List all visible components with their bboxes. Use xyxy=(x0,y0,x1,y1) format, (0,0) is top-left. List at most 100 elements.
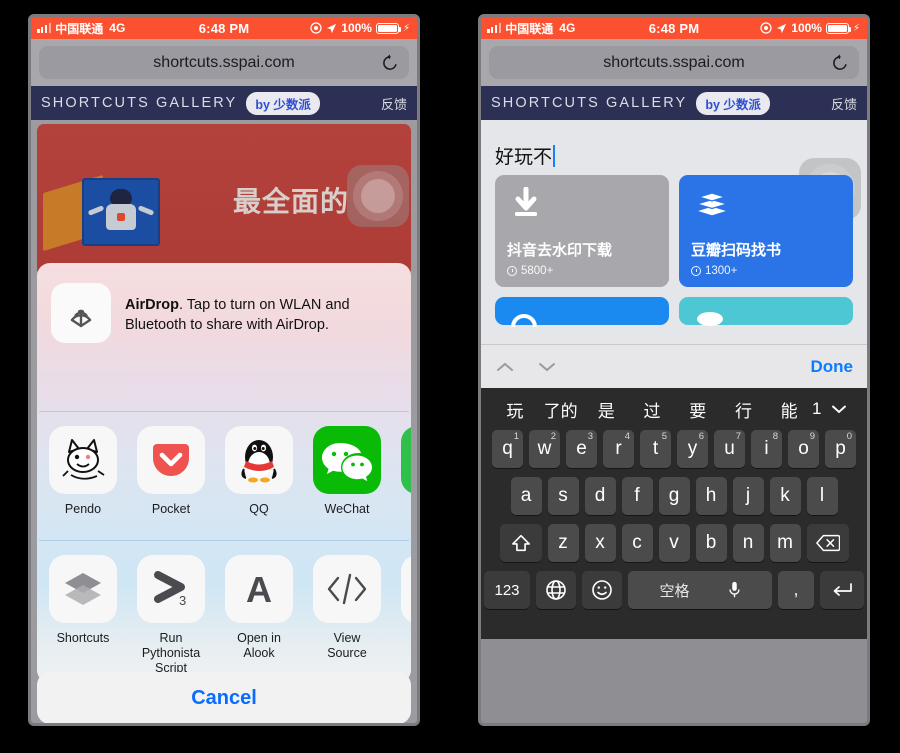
key-e[interactable]: 3e xyxy=(566,430,597,468)
pendo-icon xyxy=(49,426,117,494)
share-action-pythonista[interactable]: 3 Run Pythonista Script xyxy=(137,555,205,675)
text-caret xyxy=(553,144,556,167)
shift-key[interactable] xyxy=(499,524,542,562)
key-label: p xyxy=(835,438,846,459)
more-icon xyxy=(401,555,411,623)
key-g[interactable]: g xyxy=(658,477,690,515)
candidate-item[interactable]: 是 xyxy=(583,397,629,422)
cancel-button[interactable]: Cancel xyxy=(37,672,411,723)
comma-key[interactable]: , xyxy=(778,571,814,609)
feedback-link[interactable]: 反馈 xyxy=(831,94,857,113)
url-input-left[interactable]: shortcuts.sspai.com xyxy=(39,46,409,79)
key-t[interactable]: 5t xyxy=(640,430,671,468)
space-key[interactable]: 空格 xyxy=(628,571,772,609)
airdrop-icon xyxy=(51,283,111,343)
candidate-item[interactable]: 1 xyxy=(812,399,830,419)
candidate-item[interactable]: 玩 xyxy=(492,397,538,422)
microphone-icon[interactable] xyxy=(728,581,741,599)
shortcut-card[interactable] xyxy=(679,297,853,326)
lightning-bolt-icon: ⚡ xyxy=(402,22,410,34)
numeric-key[interactable]: 123 xyxy=(484,571,530,609)
key-label: u xyxy=(724,438,735,459)
key-q[interactable]: 1q xyxy=(492,430,523,468)
airdrop-title: AirDrop xyxy=(125,297,179,313)
key-o[interactable]: 9o xyxy=(788,430,819,468)
key-w[interactable]: 2w xyxy=(529,430,560,468)
share-app-wechat[interactable]: WeChat xyxy=(313,426,381,530)
right-page-content: 好玩不 抖音去水印下载 5800+ 豆瓣扫码找书 1300+ xyxy=(481,120,867,344)
key-z[interactable]: z xyxy=(547,524,579,562)
chevron-up-icon[interactable] xyxy=(495,360,515,374)
share-apps-row: Pendo Pocket QQ WeChat xyxy=(37,412,411,540)
url-text: shortcuts.sspai.com xyxy=(153,53,295,71)
candidate-item[interactable]: 过 xyxy=(629,397,675,422)
shortcut-card-title: 抖音去水印下载 xyxy=(507,242,613,259)
key-r[interactable]: 4r xyxy=(603,430,634,468)
key-number-hint: 5 xyxy=(661,431,667,442)
key-n[interactable]: n xyxy=(732,524,764,562)
key-y[interactable]: 6y xyxy=(677,430,708,468)
key-s[interactable]: s xyxy=(547,477,579,515)
sheet-divider-2 xyxy=(39,540,409,541)
key-c[interactable]: c xyxy=(621,524,653,562)
key-b[interactable]: b xyxy=(695,524,727,562)
chevron-down-icon[interactable] xyxy=(830,403,856,415)
share-app-peek[interactable] xyxy=(401,426,411,530)
shortcut-card[interactable]: 豆瓣扫码找书 1300+ xyxy=(679,175,853,287)
location-arrow-icon xyxy=(326,23,337,34)
robot-body-shape xyxy=(106,204,136,230)
keyboard: 玩 了的 是 过 要 行 能 1 1q 2w 3e 4r 5t 6y 7u 8 … xyxy=(481,388,867,639)
share-app-label: Pendo xyxy=(64,502,102,516)
shortcut-card[interactable] xyxy=(495,297,669,328)
lightning-bolt-icon: ⚡ xyxy=(852,22,860,34)
key-h[interactable]: h xyxy=(695,477,727,515)
feedback-link[interactable]: 反馈 xyxy=(381,94,407,113)
reload-icon[interactable] xyxy=(381,54,399,72)
done-button[interactable]: Done xyxy=(811,357,854,377)
key-p[interactable]: 0p xyxy=(825,430,856,468)
key-d[interactable]: d xyxy=(584,477,616,515)
globe-key[interactable] xyxy=(536,571,576,609)
share-app-pendo[interactable]: Pendo xyxy=(49,426,117,530)
assistive-touch-button-left[interactable] xyxy=(347,165,409,227)
backspace-key[interactable] xyxy=(806,524,849,562)
by-badge[interactable]: by 少数派 xyxy=(246,91,320,115)
svg-text:A: A xyxy=(246,569,272,610)
shortcut-card[interactable]: 抖音去水印下载 5800+ xyxy=(495,175,669,287)
candidate-item[interactable]: 要 xyxy=(675,397,721,422)
key-a[interactable]: a xyxy=(510,477,542,515)
key-f[interactable]: f xyxy=(621,477,653,515)
emoji-key[interactable] xyxy=(582,571,622,609)
share-action-view-source[interactable]: View Source xyxy=(313,555,381,660)
airdrop-section[interactable]: AirDrop. Tap to turn on WLAN and Bluetoo… xyxy=(37,263,411,411)
key-j[interactable]: j xyxy=(732,477,764,515)
by-badge[interactable]: by 少数派 xyxy=(696,91,770,115)
chevron-down-icon[interactable] xyxy=(537,360,557,374)
candidate-item[interactable]: 能 xyxy=(766,397,812,422)
key-k[interactable]: k xyxy=(769,477,801,515)
share-app-qq[interactable]: QQ xyxy=(225,426,293,530)
site-header-left: SHORTCUTS GALLERY by 少数派 反馈 xyxy=(31,86,417,120)
battery-percent-label: 100% xyxy=(341,21,372,35)
candidate-item[interactable]: 了的 xyxy=(538,397,584,422)
key-x[interactable]: x xyxy=(584,524,616,562)
share-action-shortcuts[interactable]: Shortcuts xyxy=(49,555,117,659)
shortcut-card-meta: 1300+ xyxy=(691,265,841,277)
return-key[interactable] xyxy=(820,571,864,609)
key-label: e xyxy=(576,438,587,459)
key-v[interactable]: v xyxy=(658,524,690,562)
reload-icon[interactable] xyxy=(831,54,849,72)
wechat-icon xyxy=(313,426,381,494)
share-actions-row: Shortcuts 3 Run Pythonista Script A Open… xyxy=(37,541,411,675)
key-m[interactable]: m xyxy=(769,524,801,562)
key-l[interactable]: l xyxy=(806,477,838,515)
key-u[interactable]: 7u xyxy=(714,430,745,468)
url-input-right[interactable]: shortcuts.sspai.com xyxy=(489,46,859,79)
key-i[interactable]: 8i xyxy=(751,430,782,468)
share-app-pocket[interactable]: Pocket xyxy=(137,426,205,530)
share-action-peek[interactable] xyxy=(401,555,411,659)
candidate-item[interactable]: 行 xyxy=(721,397,767,422)
key-number-hint: 0 xyxy=(846,431,852,442)
site-brand-label: SHORTCUTS GALLERY xyxy=(41,95,238,111)
share-action-alook[interactable]: A Open in Alook xyxy=(225,555,293,660)
